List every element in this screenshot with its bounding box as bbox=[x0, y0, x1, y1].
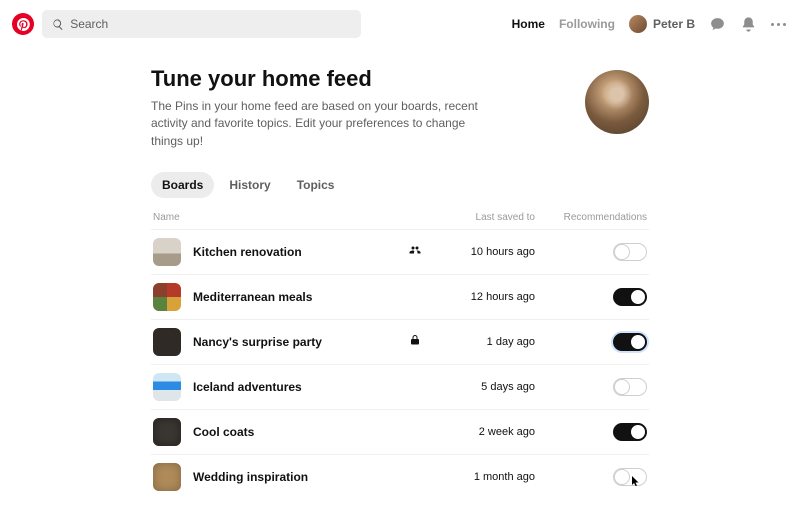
search-input[interactable] bbox=[70, 17, 351, 31]
tab-boards[interactable]: Boards bbox=[151, 172, 214, 198]
pinterest-logo[interactable] bbox=[12, 13, 34, 35]
search-bar[interactable] bbox=[42, 10, 361, 38]
lock-icon bbox=[409, 334, 421, 346]
table-row: Kitchen renovation 10 hours ago bbox=[151, 229, 649, 274]
recommendations-toggle[interactable] bbox=[613, 288, 647, 306]
top-nav: Home Following Peter B bbox=[512, 15, 786, 33]
board-thumbnail[interactable] bbox=[153, 373, 181, 401]
board-thumbnail[interactable] bbox=[153, 418, 181, 446]
nav-home[interactable]: Home bbox=[512, 17, 545, 31]
board-name[interactable]: Kitchen renovation bbox=[193, 245, 397, 259]
recommendations-toggle[interactable] bbox=[613, 378, 647, 396]
board-name[interactable]: Nancy's surprise party bbox=[193, 335, 397, 349]
tabs: BoardsHistoryTopics bbox=[151, 172, 649, 198]
boards-list: Kitchen renovation 10 hours ago Mediterran… bbox=[151, 229, 649, 499]
col-name: Name bbox=[153, 212, 397, 223]
board-meta bbox=[397, 243, 433, 261]
recommendations-toggle[interactable] bbox=[613, 423, 647, 441]
table-row: Cool coats 2 week ago bbox=[151, 409, 649, 454]
hero: Tune your home feed The Pins in your hom… bbox=[151, 66, 649, 150]
last-saved: 2 week ago bbox=[433, 426, 543, 438]
col-last-saved: Last saved to bbox=[433, 212, 543, 223]
table-row: Nancy's surprise party 1 day ago bbox=[151, 319, 649, 364]
nav-following[interactable]: Following bbox=[559, 17, 615, 31]
recommendations-cell bbox=[543, 288, 647, 306]
board-name[interactable]: Cool coats bbox=[193, 425, 397, 439]
table-header: Name Last saved to Recommendations bbox=[151, 212, 649, 229]
cursor-icon bbox=[630, 475, 642, 487]
recommendations-cell bbox=[543, 378, 647, 396]
recommendations-cell bbox=[543, 468, 647, 486]
user-menu[interactable]: Peter B bbox=[629, 15, 695, 33]
recommendations-cell bbox=[543, 423, 647, 441]
page-title: Tune your home feed bbox=[151, 66, 563, 92]
last-saved: 1 month ago bbox=[433, 471, 543, 483]
last-saved: 5 days ago bbox=[433, 381, 543, 393]
board-thumbnail[interactable] bbox=[153, 238, 181, 266]
recommendations-cell bbox=[543, 243, 647, 261]
pinterest-icon bbox=[17, 18, 30, 31]
board-thumbnail[interactable] bbox=[153, 328, 181, 356]
avatar bbox=[629, 15, 647, 33]
profile-avatar[interactable] bbox=[585, 70, 649, 134]
main-content: Tune your home feed The Pins in your hom… bbox=[145, 66, 655, 499]
more-menu[interactable] bbox=[771, 23, 786, 26]
last-saved: 1 day ago bbox=[433, 336, 543, 348]
tab-history[interactable]: History bbox=[218, 172, 281, 198]
last-saved: 12 hours ago bbox=[433, 291, 543, 303]
recommendations-toggle[interactable] bbox=[613, 333, 647, 351]
table-row: Iceland adventures 5 days ago bbox=[151, 364, 649, 409]
recommendations-cell bbox=[543, 333, 647, 351]
page-description: The Pins in your home feed are based on … bbox=[151, 98, 491, 150]
last-saved: 10 hours ago bbox=[433, 246, 543, 258]
board-name[interactable]: Mediterranean meals bbox=[193, 290, 397, 304]
user-name: Peter B bbox=[653, 17, 695, 31]
recommendations-toggle[interactable] bbox=[613, 468, 647, 486]
table-row: Wedding inspiration 1 month ago bbox=[151, 454, 649, 499]
tab-topics[interactable]: Topics bbox=[286, 172, 346, 198]
board-thumbnail[interactable] bbox=[153, 463, 181, 491]
board-name[interactable]: Wedding inspiration bbox=[193, 470, 397, 484]
notifications-icon[interactable] bbox=[740, 16, 757, 33]
board-meta bbox=[397, 333, 433, 351]
table-row: Mediterranean meals 12 hours ago bbox=[151, 274, 649, 319]
board-name[interactable]: Iceland adventures bbox=[193, 380, 397, 394]
search-icon bbox=[52, 18, 64, 31]
board-thumbnail[interactable] bbox=[153, 283, 181, 311]
messages-icon[interactable] bbox=[709, 16, 726, 33]
top-header: Home Following Peter B bbox=[0, 0, 800, 48]
shared-icon bbox=[409, 244, 421, 256]
recommendations-toggle[interactable] bbox=[613, 243, 647, 261]
col-recommendations: Recommendations bbox=[543, 212, 647, 223]
